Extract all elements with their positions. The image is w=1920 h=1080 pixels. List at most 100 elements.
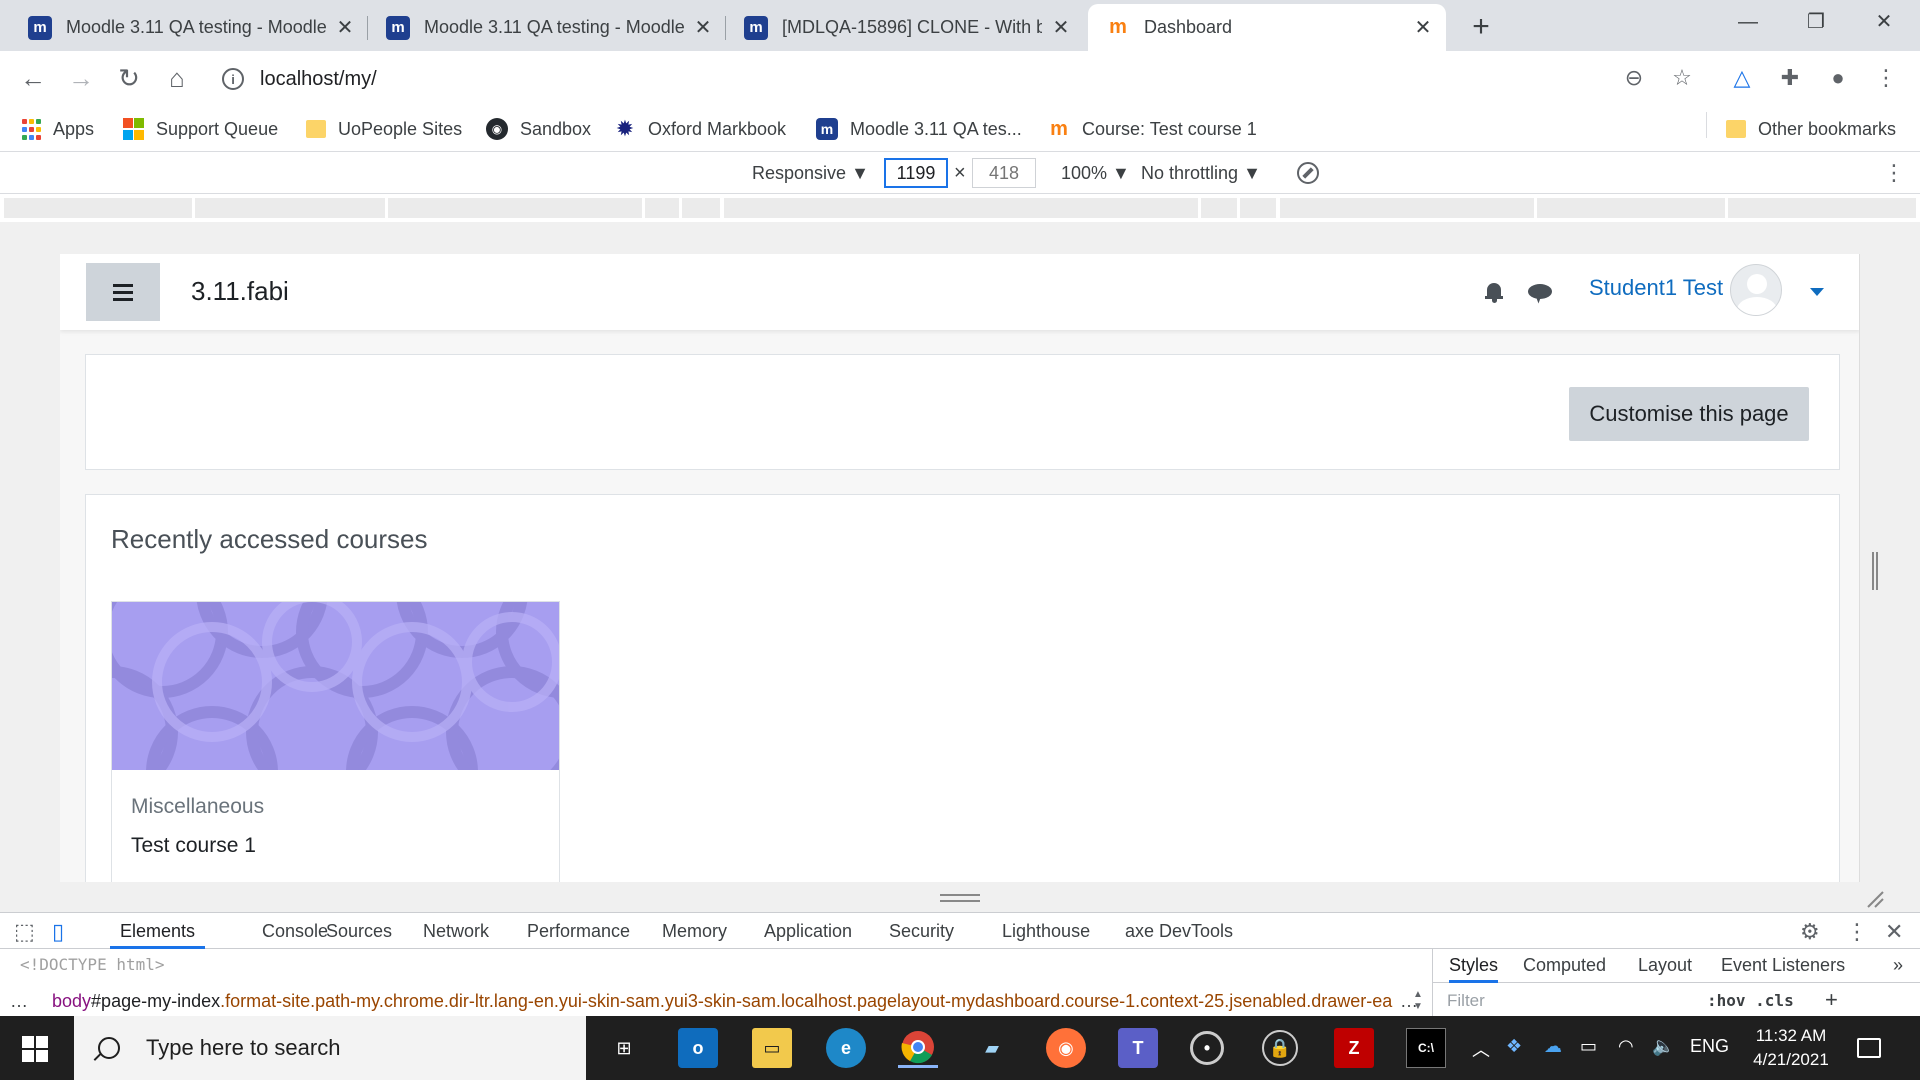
notepad-icon[interactable]: ▰: [972, 1028, 1012, 1068]
course-image[interactable]: [112, 602, 559, 770]
file-explorer-icon[interactable]: ▭: [752, 1028, 792, 1068]
throttling-select[interactable]: No throttling ▼: [1141, 160, 1261, 186]
site-name[interactable]: 3.11.fabi: [191, 276, 289, 307]
tab-elements[interactable]: Elements: [110, 919, 206, 949]
tray-chevron-icon[interactable]: ︿: [1472, 1036, 1490, 1062]
lock-app-icon[interactable]: 🔒: [1262, 1030, 1298, 1066]
messages-icon[interactable]: [1528, 284, 1554, 304]
wifi-icon[interactable]: ◠: [1618, 1036, 1634, 1057]
close-tab-icon[interactable]: ✕: [692, 15, 714, 40]
profile-icon[interactable]: ●: [1821, 61, 1855, 95]
customise-page-button[interactable]: Customise this page: [1569, 387, 1809, 441]
breadcrumb-ellipsis[interactable]: …: [10, 991, 28, 1012]
device-toggle-icon[interactable]: ▯: [52, 919, 64, 945]
viewport-height-input[interactable]: 418: [972, 158, 1036, 188]
tab-computed[interactable]: Computed: [1523, 955, 1606, 983]
course-card[interactable]: Miscellaneous Test course 1: [111, 601, 560, 882]
media-query-segment[interactable]: [4, 198, 192, 218]
chrome-icon[interactable]: [898, 1028, 938, 1068]
extensions-puzzle-icon[interactable]: ✚: [1773, 61, 1807, 95]
browser-tab[interactable]: m Moodle 3.11 QA testing - Moodle ✕: [368, 4, 726, 51]
other-bookmarks[interactable]: Other bookmarks: [1726, 114, 1896, 144]
media-query-segment[interactable]: [1240, 198, 1276, 218]
extension-axe-icon[interactable]: △: [1725, 61, 1759, 95]
terminal-icon[interactable]: C:\: [1406, 1028, 1446, 1068]
reload-button[interactable]: ↻: [112, 61, 146, 95]
media-query-segment[interactable]: [1537, 198, 1725, 218]
bookmark-oxford-markbook[interactable]: ✹ Oxford Markbook: [614, 114, 786, 144]
viewport-width-resize-handle[interactable]: [1872, 552, 1878, 590]
media-player-icon[interactable]: •: [1190, 1031, 1224, 1065]
chrome-menu-icon[interactable]: ⋮: [1869, 61, 1903, 95]
avatar[interactable]: [1730, 264, 1782, 316]
media-query-segment[interactable]: [388, 198, 642, 218]
tab-security[interactable]: Security: [889, 919, 954, 949]
close-devtools-icon[interactable]: ✕: [1885, 919, 1903, 945]
bookmark-moodle-qa[interactable]: m Moodle 3.11 QA tes...: [816, 114, 1022, 144]
media-query-segment[interactable]: [724, 198, 1198, 218]
language-indicator[interactable]: ENG: [1690, 1036, 1729, 1057]
tab-event-listeners[interactable]: Event Listeners: [1721, 955, 1845, 983]
media-query-segment[interactable]: [682, 198, 720, 218]
user-menu-caret-icon[interactable]: [1810, 288, 1824, 296]
zoom-icon[interactable]: ⊖: [1617, 61, 1651, 95]
filezilla-icon[interactable]: Z: [1334, 1028, 1374, 1068]
back-button[interactable]: ←: [16, 61, 50, 95]
inspect-element-icon[interactable]: ⬚: [14, 919, 35, 945]
tab-application[interactable]: Application: [764, 919, 852, 949]
browser-tab[interactable]: m [MDLQA-15896] CLONE - With b ✕: [726, 4, 1084, 51]
tab-console[interactable]: Console: [262, 919, 328, 949]
address-bar[interactable]: i localhost/my/: [212, 59, 1712, 99]
bookmark-uopeople-sites[interactable]: UoPeople Sites: [306, 114, 462, 144]
hov-cls-toggle[interactable]: :hov .cls: [1707, 991, 1794, 1010]
firefox-icon[interactable]: ◉: [1046, 1028, 1086, 1068]
home-button[interactable]: ⌂: [160, 61, 194, 95]
devtools-more-icon[interactable]: ⋮: [1846, 919, 1868, 945]
dropbox-icon[interactable]: ❖: [1506, 1036, 1522, 1057]
media-query-segment[interactable]: [1280, 198, 1534, 218]
new-style-rule-icon[interactable]: +: [1825, 987, 1838, 1013]
tab-lighthouse[interactable]: Lighthouse: [1002, 919, 1090, 949]
tab-memory[interactable]: Memory: [662, 919, 727, 949]
bookmark-test-course[interactable]: m Course: Test course 1: [1048, 114, 1257, 144]
task-view-icon[interactable]: ⊞: [604, 1028, 644, 1068]
close-tab-icon[interactable]: ✕: [334, 15, 356, 40]
viewport-width-input[interactable]: 1199: [884, 158, 948, 188]
edge-icon[interactable]: e: [826, 1028, 866, 1068]
tab-styles[interactable]: Styles: [1449, 955, 1499, 983]
windows-start-icon[interactable]: [22, 1036, 48, 1062]
more-tabs-icon[interactable]: »: [1893, 955, 1903, 983]
close-tab-icon[interactable]: ✕: [1412, 15, 1434, 40]
zoom-select[interactable]: 100% ▼: [1061, 160, 1130, 186]
styles-filter-input[interactable]: Filter: [1447, 991, 1485, 1011]
tab-network[interactable]: Network: [423, 919, 489, 949]
browser-tab-active[interactable]: m Dashboard ✕: [1088, 4, 1446, 51]
media-query-segment[interactable]: [1201, 198, 1237, 218]
media-query-segment[interactable]: [1728, 198, 1916, 218]
viewport-corner-resize-icon[interactable]: [1866, 890, 1884, 908]
forward-button[interactable]: →: [64, 61, 98, 95]
device-more-icon[interactable]: ⋮: [1883, 160, 1905, 186]
device-mode-select[interactable]: Responsive ▼: [752, 160, 869, 186]
breadcrumb-node[interactable]: body#page-my-index.format-site.path-my.c…: [52, 991, 1392, 1012]
drawer-toggle-button[interactable]: [86, 263, 160, 321]
outlook-icon[interactable]: o: [678, 1028, 718, 1068]
course-name-link[interactable]: Test course 1: [131, 834, 256, 858]
tab-axe-devtools[interactable]: axe DevTools: [1125, 919, 1233, 949]
tab-sources[interactable]: Sources: [326, 919, 392, 949]
media-query-segment[interactable]: [645, 198, 679, 218]
browser-tab[interactable]: m Moodle 3.11 QA testing - Moodle ✕: [10, 4, 368, 51]
onedrive-icon[interactable]: ☁: [1544, 1036, 1562, 1057]
bookmark-star-icon[interactable]: ☆: [1665, 61, 1699, 95]
media-query-segment[interactable]: [195, 198, 385, 218]
viewport-height-resize-handle[interactable]: [940, 894, 980, 902]
bookmark-apps[interactable]: Apps: [22, 114, 94, 144]
clock[interactable]: 11:32 AM 4/21/2021: [1746, 1024, 1836, 1072]
volume-icon[interactable]: 🔈: [1652, 1036, 1674, 1057]
user-menu-name[interactable]: Student1 Test: [1589, 275, 1723, 301]
bookmark-sandbox[interactable]: ◉ Sandbox: [486, 114, 591, 144]
tab-performance[interactable]: Performance: [527, 919, 630, 949]
doctype-node[interactable]: <!DOCTYPE html>: [20, 955, 165, 974]
minimize-button[interactable]: —: [1718, 4, 1778, 40]
tab-layout[interactable]: Layout: [1638, 955, 1692, 983]
